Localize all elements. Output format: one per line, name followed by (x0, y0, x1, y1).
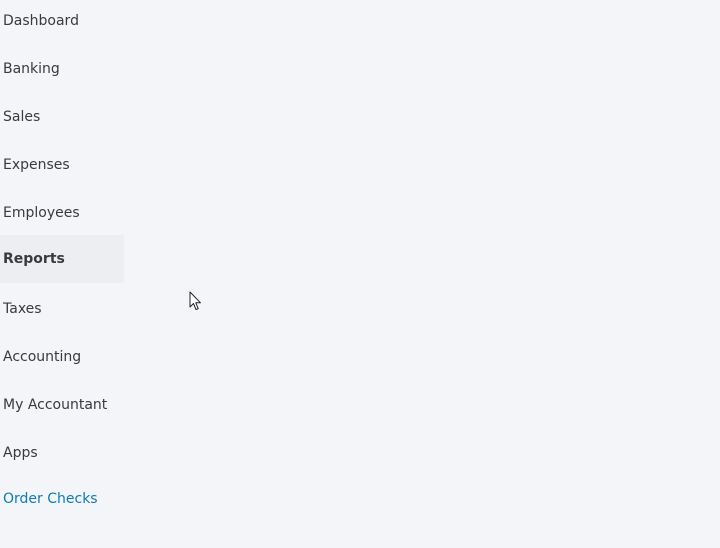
sidebar-item-dashboard[interactable]: Dashboard (0, 0, 124, 45)
sidebar-item-my-accountant[interactable]: My Accountant (0, 381, 124, 429)
sidebar-item-label: Apps (3, 445, 38, 461)
sidebar-item-banking[interactable]: Banking (0, 45, 124, 93)
sidebar-item-employees[interactable]: Employees (0, 189, 124, 237)
sidebar-item-label: Dashboard (3, 13, 79, 29)
sidebar-item-accounting[interactable]: Accounting (0, 333, 124, 381)
sidebar-item-reports[interactable]: Reports (0, 235, 124, 283)
sidebar-item-label: Banking (3, 61, 60, 77)
sidebar-item-label: Employees (3, 205, 80, 221)
order-checks-label: Order Checks (3, 491, 98, 507)
sidebar-item-label: Taxes (3, 301, 42, 317)
mouse-pointer-icon (189, 291, 201, 310)
sidebar-item-sales[interactable]: Sales (0, 93, 124, 141)
sidebar-item-apps[interactable]: Apps (0, 429, 124, 477)
sidebar-item-taxes[interactable]: Taxes (0, 285, 124, 333)
sidebar-item-label: Reports (3, 251, 65, 267)
order-checks-link[interactable]: Order Checks (0, 475, 124, 523)
sidebar-item-expenses[interactable]: Expenses (0, 141, 124, 189)
sidebar-item-label: Sales (3, 109, 41, 125)
sidebar-item-label: Accounting (3, 349, 82, 365)
left-nav-sidebar: Dashboard Banking Sales Expenses Employe… (0, 0, 124, 548)
sidebar-item-label: My Accountant (3, 397, 108, 413)
sidebar-item-label: Expenses (3, 157, 70, 173)
